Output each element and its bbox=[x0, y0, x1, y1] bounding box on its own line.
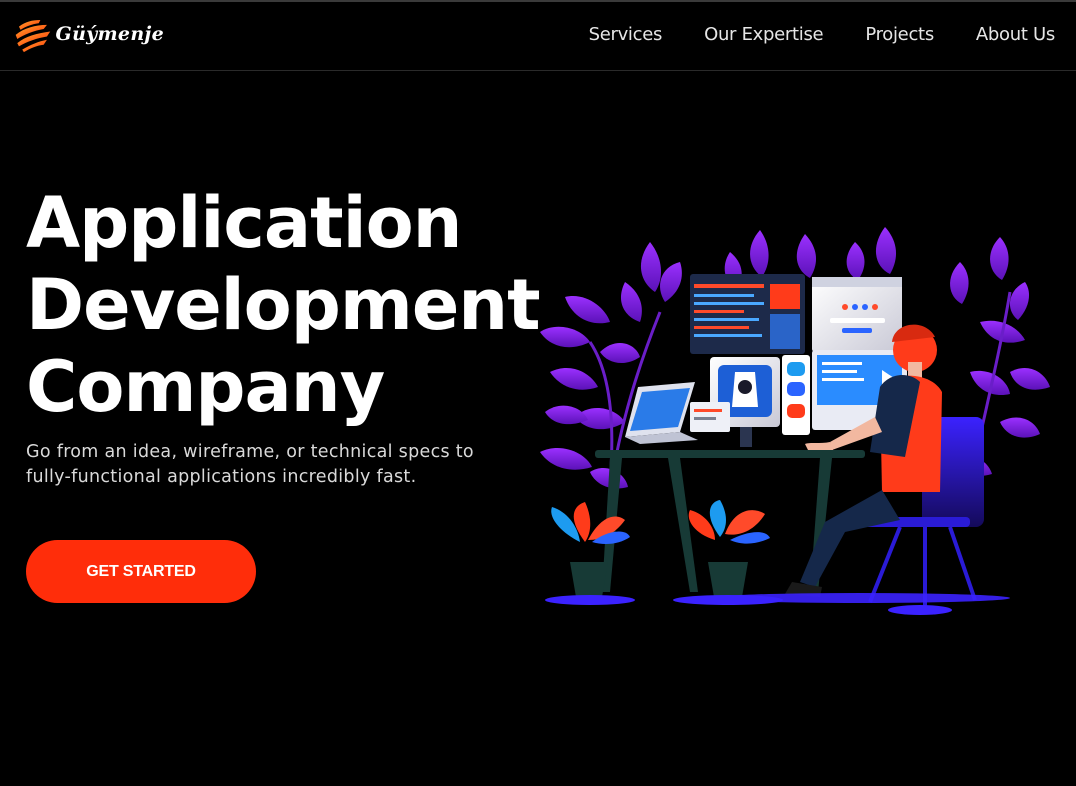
hero-subtitle: Go from an idea, wireframe, or technical… bbox=[26, 440, 506, 490]
nav-item-projects[interactable]: Projects bbox=[865, 24, 934, 45]
hero-title-line: Company bbox=[26, 346, 385, 428]
hero-title: Application Development Company bbox=[26, 182, 541, 428]
brand-name: Güýmenje bbox=[55, 23, 164, 45]
get-started-button[interactable]: GET STARTED bbox=[26, 540, 256, 603]
nav-item-about-us[interactable]: About Us bbox=[976, 24, 1055, 45]
nav-item-services[interactable]: Services bbox=[589, 24, 663, 45]
hero-subtitle-line: fully-functional applications incredibly… bbox=[26, 467, 417, 487]
site-header: Güýmenje Services Our Expertise Projects… bbox=[0, 2, 1076, 71]
hero-title-line: Application bbox=[26, 182, 462, 264]
hero-subtitle-line: Go from an idea, wireframe, or technical… bbox=[26, 442, 474, 462]
nav-item-our-expertise[interactable]: Our Expertise bbox=[704, 24, 824, 45]
plant-left bbox=[545, 502, 635, 605]
main-nav: Services Our Expertise Projects About Us bbox=[547, 24, 1056, 45]
developer-at-desk-illustration bbox=[540, 227, 1050, 615]
hero-title-line: Development bbox=[26, 264, 541, 346]
brand-logo[interactable]: Güýmenje bbox=[14, 10, 164, 58]
paint-stroke-logo-icon bbox=[15, 19, 51, 53]
